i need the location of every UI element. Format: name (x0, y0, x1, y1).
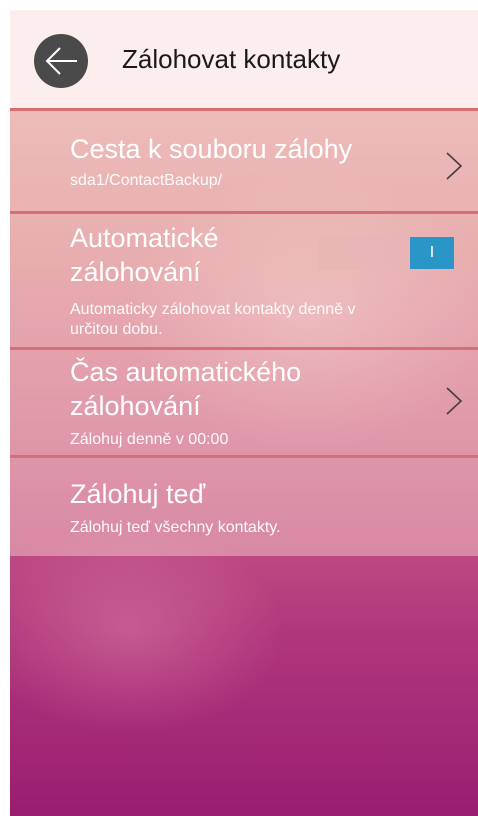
settings-list: Cesta k souboru zálohy sda1/ContactBacku… (10, 108, 478, 556)
auto-backup-time-subtitle: Zálohuj denně v 00:00 (70, 431, 229, 448)
page-title: Zálohovat kontakty (122, 44, 341, 74)
backup-now-title: Zálohuj teď (70, 479, 206, 509)
auto-backup-subtitle-line2: určitou dobu. (70, 321, 163, 338)
arrow-left-icon (45, 47, 77, 75)
backup-path-item[interactable]: Cesta k souboru zálohy sda1/ContactBacku… (10, 108, 478, 211)
back-button[interactable] (34, 34, 88, 88)
auto-backup-subtitle-line1: Automaticky zálohovat kontakty denně v (70, 301, 356, 318)
auto-backup-toggle[interactable]: I (318, 236, 454, 270)
app-header: Zálohovat kontakty (10, 10, 478, 108)
backup-now-item[interactable]: Zálohuj teď Zálohuj teď všechny kontakty… (10, 455, 478, 556)
backup-now-subtitle: Zálohuj teď všechny kontakty. (70, 519, 281, 536)
backup-path-title: Cesta k souboru zálohy (70, 134, 353, 164)
backup-path-subtitle: sda1/ContactBackup/ (70, 172, 223, 189)
auto-backup-time-item[interactable]: Čas automatického zálohování Zálohuj den… (10, 347, 478, 455)
auto-backup-title-line2: zálohování (70, 257, 201, 287)
auto-backup-time-title-line2: zálohování (70, 391, 201, 421)
auto-backup-time-title-line1: Čas automatického (70, 357, 302, 387)
auto-backup-title-line1: Automatické (70, 223, 219, 253)
screen: Zálohovat kontakty Cesta k souboru záloh… (10, 10, 478, 816)
toggle-knob: I (410, 237, 454, 269)
chevron-right-icon (446, 387, 463, 415)
chevron-right-icon (446, 152, 463, 180)
auto-backup-item: Automatické zálohování Automaticky záloh… (10, 211, 478, 347)
